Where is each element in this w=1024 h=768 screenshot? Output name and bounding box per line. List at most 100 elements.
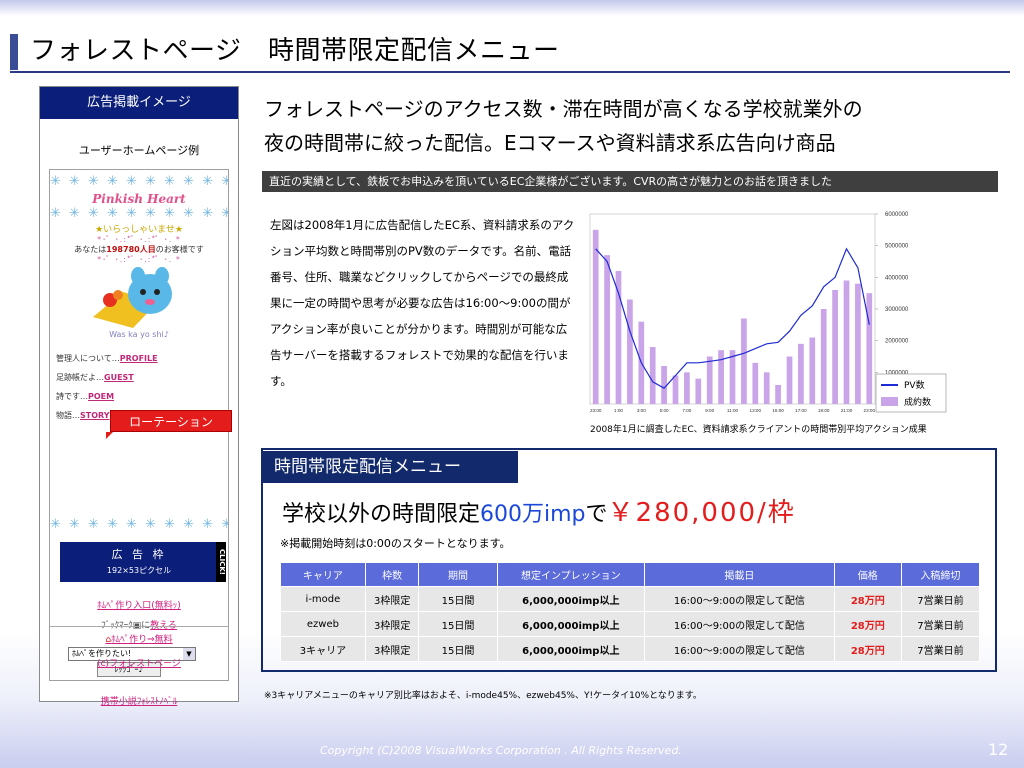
x-tick-label: 17:00 xyxy=(795,408,807,413)
link-guest[interactable]: 足跡帳だよ…GUEST xyxy=(56,368,158,387)
top-band xyxy=(0,0,1024,16)
table-cell: 7営業日前 xyxy=(900,586,981,612)
menu-headline-prefix: 学校以外の時間限定 xyxy=(282,502,481,527)
bar xyxy=(752,362,759,404)
column-header: 掲載日 xyxy=(644,562,835,587)
x-tick-label: 21:00 xyxy=(841,408,853,413)
click-badge: CLICK! xyxy=(216,542,226,582)
table-cell: 6,000,000imp以上 xyxy=(496,586,646,612)
table-cell: ezweb xyxy=(280,611,366,637)
bar xyxy=(843,280,850,404)
carrier-footnote: ※3キャリアメニューのキャリア別比率はおよそ、i-mode45%、ezweb45… xyxy=(264,691,702,701)
bar xyxy=(729,350,736,404)
star-decoration: ✳ ✳ ✳ ✳ ✳ ✳ ✳ ✳ ✳ ✳ xyxy=(50,517,228,532)
link-poem[interactable]: 詩です…POEM xyxy=(56,387,158,406)
column-header: 期間 xyxy=(418,562,498,587)
bar xyxy=(672,375,679,404)
chart-description: 左図は2008年1月に広告配信したEC系、資料請求系のアクション平均数と時間帯別… xyxy=(270,218,575,388)
page-title: フォレストページ 時間帯限定配信メニュー xyxy=(30,36,560,66)
table-cell: 16:00～9:00の限定して配信 xyxy=(644,586,835,612)
bookmark-row: ﾌﾞｯｸﾏｰｸ▣に教える xyxy=(101,621,177,631)
bar xyxy=(855,283,861,404)
y-tick-label: 4000000 xyxy=(885,275,909,281)
mockup-header: 広告掲載イメージ xyxy=(40,87,238,119)
table-cell: 7営業日前 xyxy=(900,636,981,662)
table-cell: 28万円 xyxy=(833,611,902,637)
bar xyxy=(741,318,747,404)
menu-headline-amount: 600万imp xyxy=(480,502,586,527)
y-tick-label: 6000000 xyxy=(885,212,909,218)
bar xyxy=(798,343,804,404)
ad-slot-size: 192×53ピクセル xyxy=(106,566,172,575)
menu-headline-price: ￥280,000/枠 xyxy=(607,498,796,528)
headline: フォレストページのアクセス数・滞在時間が高くなる学校就業外の 夜の時間帯に絞った… xyxy=(264,92,984,160)
ad-slot-title: 広 告 枠 xyxy=(111,548,167,561)
link-copyright[interactable]: (c)フォレストページ xyxy=(49,656,229,669)
visitor-count: 198780人目 xyxy=(106,245,156,254)
bar xyxy=(775,385,781,404)
x-tick-label: 3:00 xyxy=(637,408,646,413)
bar xyxy=(627,299,633,404)
bar xyxy=(684,372,690,404)
character-image xyxy=(93,267,172,328)
link-free-homepage[interactable]: ﾎﾑﾍﾟ作り入口(無料ｯ) xyxy=(50,598,228,611)
column-header: 枠数 xyxy=(364,562,420,587)
x-tick-label: 1:00 xyxy=(614,408,623,413)
signature-text: Was ka yo shi♪ xyxy=(109,330,169,339)
legend-label-conversions: 成約数 xyxy=(904,396,931,408)
bar xyxy=(592,229,599,404)
bar xyxy=(649,347,656,404)
visitor-prefix: あなたは xyxy=(74,245,107,254)
site-name: Pinkish Heart xyxy=(92,192,186,206)
table-row: i-mode 3枠限定 15日間 6,000,000imp以上 16:00～9:00の限… xyxy=(280,586,981,612)
table-cell: 16:00～9:00の限定して配信 xyxy=(644,611,835,637)
x-tick-label: 5:00 xyxy=(660,408,669,413)
table-row: 3キャリア 3枠限定 15日間 6,000,000imp以上 16:00～9:00の限定… xyxy=(280,636,981,662)
menu-tab-title: 時間帯限定配信メニュー xyxy=(262,451,518,483)
x-tick-label: 11:00 xyxy=(727,408,739,413)
column-header: キャリア xyxy=(280,562,366,587)
table-cell: 7営業日前 xyxy=(900,611,981,637)
bar xyxy=(809,337,816,404)
table-cell: 6,000,000imp以上 xyxy=(496,611,646,637)
x-tick-label: 9:00 xyxy=(705,408,714,413)
link-make-free[interactable]: ⌂ﾎﾑﾍﾟ作り⇒無料 xyxy=(49,632,229,645)
table-cell: 15日間 xyxy=(418,611,498,637)
table-cell: 3枠限定 xyxy=(364,586,420,612)
table-cell: i-mode xyxy=(280,586,366,612)
plan-table: キャリア 枠数 期間 想定インプレッション 掲載日 価格 入稿締切 i-mode 3枠限定 15… xyxy=(280,562,981,662)
link-profile[interactable]: 管理人について…PROFILE xyxy=(56,349,158,368)
x-tick-label: 7:00 xyxy=(682,408,691,413)
x-tick-label: 23:00 xyxy=(590,408,602,413)
link-novel[interactable]: 携帯小説ﾌｫﾚｽﾄﾉﾍﾞﾙ xyxy=(50,694,228,707)
ad-slot-banner[interactable]: 広 告 枠 192×53ピクセル CLICK! xyxy=(60,542,226,582)
bar xyxy=(615,271,622,404)
title-accent-bar xyxy=(10,34,18,70)
y-tick-label: 3000000 xyxy=(885,307,909,313)
bar xyxy=(832,290,838,404)
page-number: 12 xyxy=(988,740,1009,759)
headline-line-1: フォレストページのアクセス数・滞在時間が高くなる学校就業外の xyxy=(264,97,863,121)
bar xyxy=(786,356,793,404)
y-tick-label: 5000000 xyxy=(885,244,909,250)
table-cell: 28万円 xyxy=(833,586,902,612)
table-cell: 15日間 xyxy=(418,636,498,662)
table-cell: 3枠限定 xyxy=(364,611,420,637)
bar xyxy=(866,293,873,404)
x-tick-label: 23:00 xyxy=(864,408,876,413)
copyright-footer: Copyright (C)2008 VisualWorks Corporatio… xyxy=(320,744,682,757)
bar xyxy=(695,378,702,404)
mockup-subtitle: ユーザーホームページ例 xyxy=(78,144,200,157)
rotation-pointer xyxy=(106,432,113,439)
rotation-label: ローテーション xyxy=(110,410,232,432)
bar xyxy=(718,350,724,404)
star-decoration: ✳ ✳ ✳ ✳ ✳ ✳ ✳ ✳ ✳ ✳ xyxy=(50,206,228,221)
divider xyxy=(49,626,229,627)
legend-bar-swatch xyxy=(881,397,898,406)
chart-caption: 2008年1月に調査したEC、資料請求系クライアントの時間帯別平均アクション成果 xyxy=(590,425,927,435)
column-header: 入稿締切 xyxy=(900,562,981,587)
x-tick-label: 13:00 xyxy=(750,408,762,413)
table-cell: 3キャリア xyxy=(280,636,366,662)
menu-headline: 学校以外の時間限定600万impで￥280,000/枠 xyxy=(282,498,796,528)
visitor-suffix: のお客様です xyxy=(155,245,204,254)
